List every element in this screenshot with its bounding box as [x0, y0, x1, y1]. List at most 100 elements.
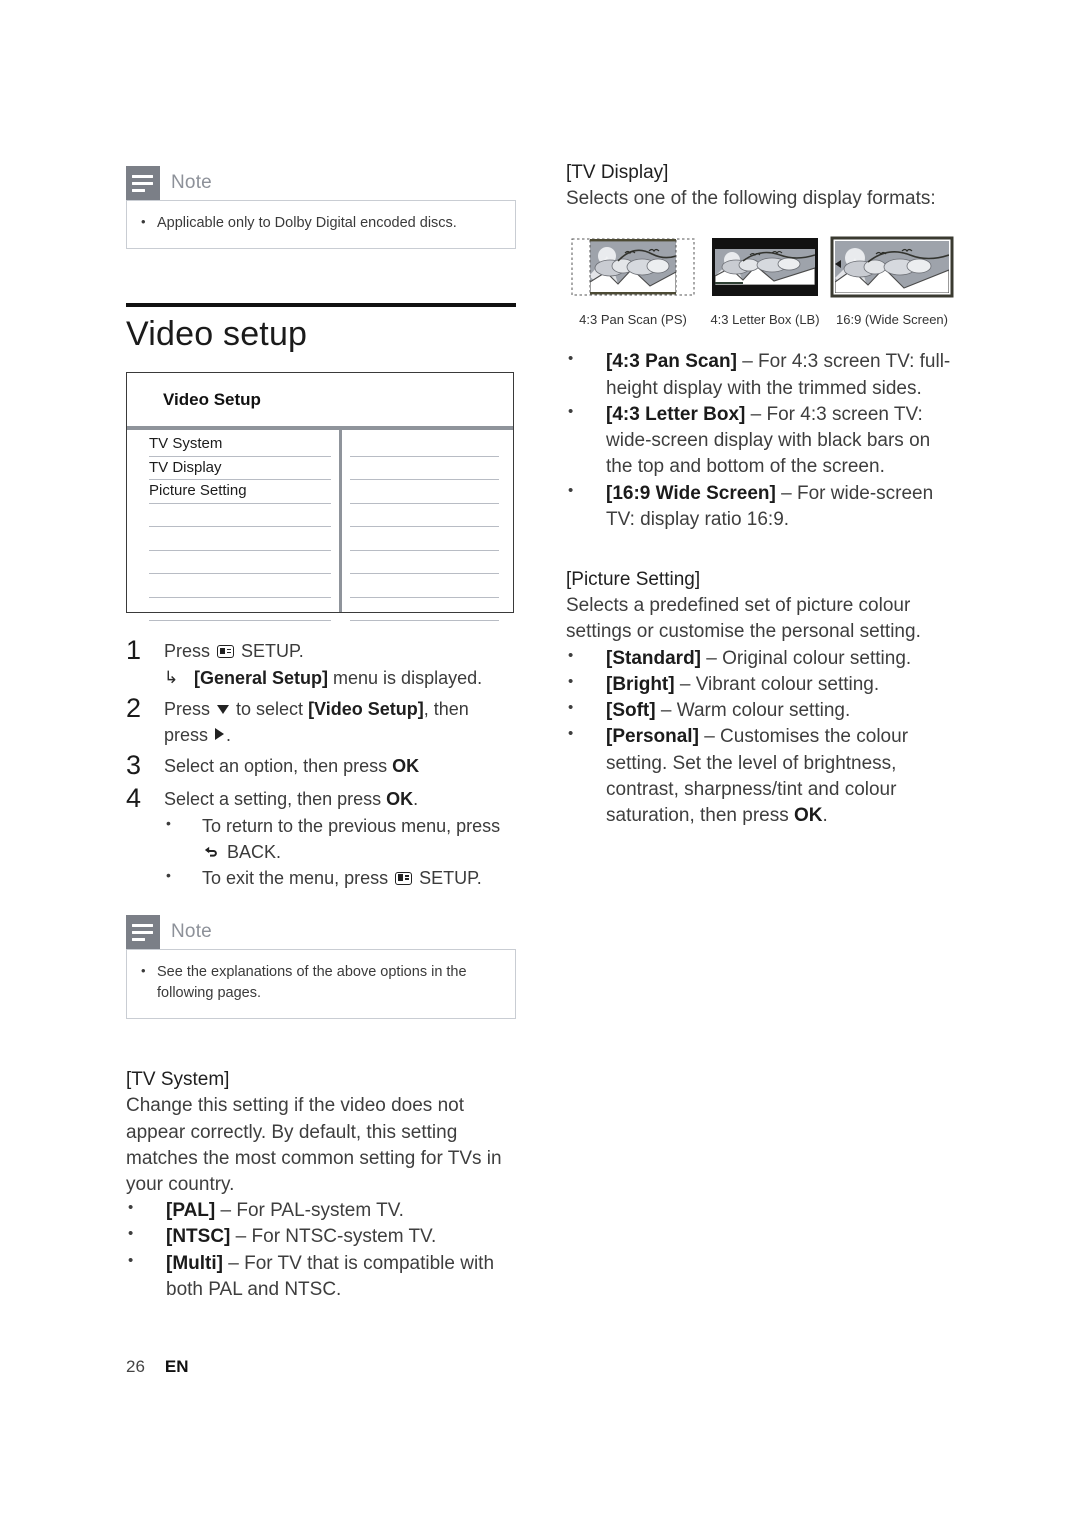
step-2: 2 Press to select [Video Setup], then pr… — [126, 693, 516, 748]
bullet-glyph: • — [141, 214, 146, 229]
bullet-glyph: • — [128, 1225, 134, 1243]
option-desc: – For PAL-system TV. — [215, 1200, 404, 1222]
list-item-text: [16:9 Wide Screen] – For wide-screen TV:… — [606, 481, 958, 533]
step-result-tail: menu is displayed. — [328, 667, 483, 688]
step-result-text: [General Setup] menu is displayed. — [194, 666, 482, 692]
sub-bullet-post: SETUP. — [414, 867, 482, 888]
picture-setting-heading: [Picture Setting] — [566, 568, 701, 590]
bullet-glyph: • — [166, 866, 171, 883]
list-item-text: [Bright] – Vibrant colour setting. — [606, 672, 879, 698]
step-body: Select an option, then press OK — [164, 750, 419, 781]
note-icon — [126, 166, 160, 200]
step-result: ↳ [General Setup] menu is displayed. — [164, 666, 482, 692]
bullet-glyph: • — [128, 1251, 134, 1269]
panel-value-row — [350, 457, 499, 481]
list-item-text: [4:3 Pan Scan] – For 4:3 screen TV: full… — [606, 349, 958, 401]
sub-bullet-pre: To return to the previous menu, press — [202, 816, 501, 837]
panel-row-empty — [149, 504, 331, 528]
triangle-right-icon — [215, 727, 225, 740]
step-text-bold: OK — [386, 788, 414, 809]
figure-caption: 4:3 Letter Box (LB) — [710, 312, 820, 328]
list-item-text: [Personal] – Customises the colour setti… — [606, 724, 958, 829]
sub-bullet-back: • To return to the previous menu, press … — [164, 814, 516, 865]
option-desc-tail: . — [822, 804, 828, 826]
step-text: Select a setting, then press — [164, 788, 387, 809]
step-body: Press to select [Video Setup], then pres… — [164, 693, 516, 748]
language-code: EN — [164, 1357, 189, 1376]
option-term: [16:9 Wide Screen] — [606, 482, 776, 504]
option-term: [4:3 Pan Scan] — [606, 351, 737, 373]
note-title: Note — [171, 172, 212, 193]
triangle-down-icon — [217, 705, 230, 715]
manual-page: Note • Applicable only to Dolby Digital … — [0, 0, 1080, 1524]
sub-bullet-post: BACK. — [222, 841, 282, 862]
bullet-glyph: • — [128, 1199, 134, 1217]
list-item-text: [NTSC] – For NTSC-system TV. — [166, 1224, 436, 1250]
pan-scan-illustration — [571, 238, 695, 296]
tv-display-bullets: • [4:3 Pan Scan] – For 4:3 screen TV: fu… — [566, 349, 958, 533]
list-item: • [16:9 Wide Screen] – For wide-screen T… — [566, 481, 958, 533]
note-box-bottom: Note • See the explanations of the above… — [126, 915, 516, 1020]
note-list-item: • Applicable only to Dolby Digital encod… — [141, 213, 501, 234]
list-item: • [4:3 Pan Scan] – For 4:3 screen TV: fu… — [566, 349, 958, 401]
tv-system-bullets: • [PAL] – For PAL-system TV. • [NTSC] – … — [126, 1198, 516, 1303]
picture-setting-bullets: • [Standard] – Original colour setting. … — [566, 646, 958, 830]
option-term: [Personal] — [606, 726, 699, 748]
tv-display-heading: [TV Display] — [566, 162, 669, 183]
panel-value-row — [350, 433, 499, 457]
figure-caption: 4:3 Pan Scan (PS) — [579, 312, 687, 328]
step-text: Select an option, then press — [164, 756, 393, 777]
note-header: Note — [126, 166, 516, 200]
note-body: • Applicable only to Dolby Digital encod… — [126, 200, 516, 250]
option-term: [Standard] — [606, 647, 701, 669]
list-item: • [NTSC] – For NTSC-system TV. — [126, 1224, 516, 1250]
option-desc: – Vibrant colour setting. — [674, 673, 880, 695]
wide-screen-illustration — [830, 236, 954, 298]
panel-value-row — [350, 480, 499, 504]
list-item: • [Soft] – Warm colour setting. — [566, 698, 958, 724]
option-term: [Soft] — [606, 700, 656, 722]
panel-row-tv-display[interactable]: TV Display — [149, 457, 331, 481]
instruction-steps: 1 Press SETUP. ↳ [General Setup] menu is… — [126, 635, 516, 891]
step-text-post: SETUP. — [236, 641, 304, 662]
note-icon — [126, 915, 160, 950]
note-title: Note — [171, 921, 212, 943]
step-body: Select a setting, then press OK. • To re… — [164, 783, 516, 891]
panel-value-row — [350, 551, 499, 575]
panel-row-picture-setting[interactable]: Picture Setting — [149, 480, 331, 504]
bullet-glyph: • — [166, 815, 171, 832]
list-item-text: [Soft] – Warm colour setting. — [606, 698, 850, 724]
step-number: 3 — [126, 750, 142, 781]
list-item: • [Multi] – For TV that is compatible wi… — [126, 1251, 516, 1303]
step-sub-bullets: • To return to the previous menu, press … — [164, 814, 516, 891]
step-text-tail: . — [226, 724, 232, 745]
step-number: 1 — [126, 635, 142, 666]
tv-display-figures: 4:3 Pan Scan (PS) 4:3 Letter Box (LB) 16… — [566, 236, 958, 327]
list-item-text: [Multi] – For TV that is compatible with… — [166, 1251, 516, 1303]
bullet-glyph: • — [141, 963, 146, 979]
page-title: Video setup — [126, 315, 308, 354]
option-term: [PAL] — [166, 1200, 216, 1222]
list-item-text: [4:3 Letter Box] – For 4:3 screen TV: wi… — [606, 402, 958, 481]
bullet-glyph: • — [568, 672, 574, 690]
step-text-mid: to select — [231, 699, 309, 720]
option-desc: – For NTSC-system TV. — [230, 1226, 437, 1248]
sub-bullet-text: To return to the previous menu, press BA… — [202, 814, 516, 865]
panel-value-row — [350, 504, 499, 528]
list-item-text: [PAL] – For PAL-system TV. — [166, 1198, 404, 1224]
list-item: • [Standard] – Original colour setting. — [566, 646, 958, 672]
note-item-text: See the explanations of the above option… — [157, 964, 467, 1002]
panel-value-row — [350, 527, 499, 551]
list-item: • [Bright] – Vibrant colour setting. — [566, 672, 958, 698]
step-body: Press SETUP. ↳ [General Setup] menu is d… — [164, 635, 482, 691]
note-body: • See the explanations of the above opti… — [126, 949, 516, 1020]
left-column: Note • Applicable only to Dolby Digital … — [126, 166, 516, 1303]
bullet-glyph: • — [568, 725, 574, 743]
option-term: [NTSC] — [166, 1226, 231, 1248]
step-text-bold: [Video Setup] — [308, 699, 424, 720]
panel-row-tv-system[interactable]: TV System — [149, 433, 331, 457]
list-item: • [4:3 Letter Box] – For 4:3 screen TV: … — [566, 402, 958, 481]
figure-caption: 16:9 (Wide Screen) — [836, 312, 948, 328]
video-setup-panel: Video Setup TV System TV Display Picture… — [126, 372, 514, 622]
hook-arrow-icon: ↳ — [164, 667, 179, 687]
